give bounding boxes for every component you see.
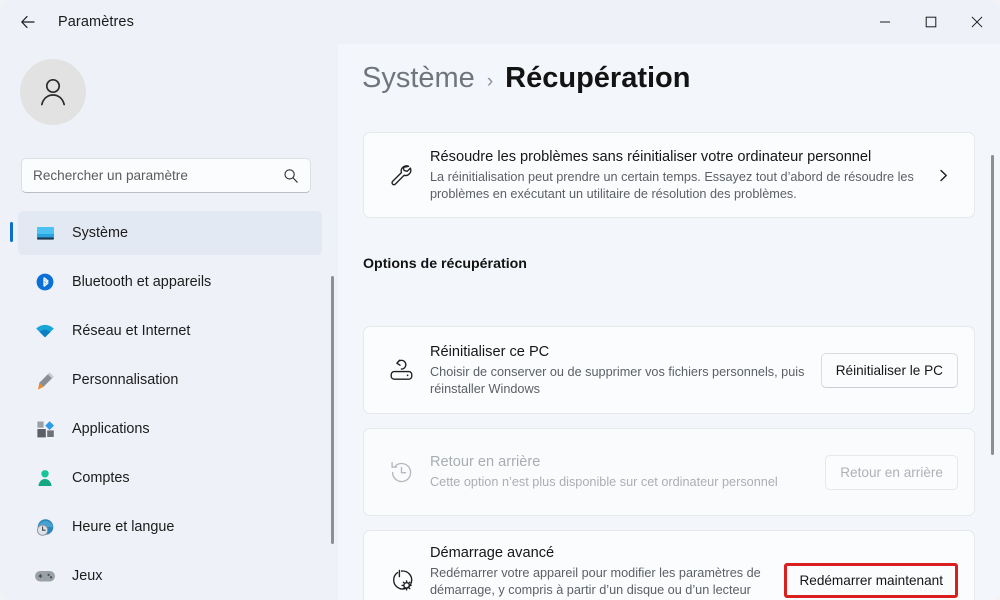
search-icon [284, 168, 298, 183]
person-icon [34, 467, 56, 489]
sidebar-item-label: Jeux [72, 568, 103, 584]
sidebar-item-comptes[interactable]: Comptes [18, 456, 322, 500]
option-text: Démarrage avancé Redémarrer votre apparei… [421, 543, 784, 600]
main-content: Système › Récupération Résoudre les prob… [338, 44, 1000, 600]
option-button-retour-en-arri-re: Retour en arrière [825, 454, 958, 490]
page-title: Récupération [505, 62, 691, 94]
back-button[interactable] [10, 4, 46, 40]
option-description: Choisir de conserver ou de supprimer vos… [430, 364, 805, 397]
sidebar-item-label: Système [72, 225, 128, 241]
sidebar-item-heure-et-langue[interactable]: Heure et langue [18, 505, 322, 549]
minimize-button[interactable] [862, 0, 908, 44]
bluetooth-icon [34, 271, 56, 293]
troubleshoot-description: La réinitialisation peut prendre un cert… [430, 169, 914, 202]
settings-window: Paramètres SystèmeBlu [0, 0, 1000, 600]
search-box[interactable] [21, 158, 311, 193]
title-bar: Paramètres [0, 0, 1000, 44]
option-text: Retour en arrière Cette option n’est plus… [421, 452, 825, 492]
option-title: Démarrage avancé [430, 544, 555, 561]
wrench-icon [381, 162, 421, 188]
back-arrow-icon [21, 16, 35, 28]
avatar[interactable] [20, 59, 86, 125]
search-input[interactable] [33, 168, 283, 183]
window-controls [862, 0, 1000, 44]
troubleshoot-card[interactable]: Résoudre les problèmes sans réinitialise… [363, 132, 975, 218]
sidebar-item-label: Personnalisation [72, 372, 179, 388]
sidebar-item-applications[interactable]: Applications [18, 407, 322, 451]
sidebar-nav: Système Bluetooth et appareils Réseau et I… [0, 211, 338, 600]
clock-globe-icon [34, 516, 56, 538]
person-avatar-icon [40, 78, 66, 106]
option-card-d-marrage-avanc: Démarrage avancé Redémarrer votre apparei… [363, 530, 975, 600]
option-title: Réinitialiser ce PC [430, 343, 550, 360]
option-description: Cette option n’est plus disponible sur c… [430, 475, 778, 490]
close-icon [971, 16, 983, 28]
option-button-d-marrage-avanc[interactable]: Redémarrer maintenant [784, 562, 958, 598]
maximize-icon [925, 16, 937, 28]
option-description: Redémarrer votre appareil pour modifier … [430, 565, 761, 598]
sidebar-item-syst-me[interactable]: Système [10, 211, 322, 255]
sidebar-item-label: Applications [72, 421, 150, 437]
sidebar-item-personnalisation[interactable]: Personnalisation [18, 358, 322, 402]
option-title: Retour en arrière [430, 454, 541, 471]
option-card-retour-en-arri-re: Retour en arrière Cette option n’est plus… [363, 428, 975, 516]
window-title: Paramètres [58, 14, 134, 30]
sidebar-item-jeux[interactable]: Jeux [18, 554, 322, 598]
sidebar-item-label: Comptes [72, 470, 130, 486]
close-button[interactable] [954, 0, 1000, 44]
sidebar-item-label: Bluetooth et appareils [72, 274, 212, 290]
option-text: Réinitialiser ce PC Choisir de conserver … [421, 342, 821, 399]
minimize-icon [880, 21, 890, 23]
maximize-button[interactable] [908, 0, 954, 44]
sidebar-scrollbar[interactable] [331, 276, 334, 544]
monitor-icon [34, 222, 56, 244]
troubleshoot-title: Résoudre les problèmes sans réinitialise… [430, 148, 872, 165]
option-button-r-initialiser-ce-pc[interactable]: Réinitialiser le PC [820, 352, 958, 388]
main-scrollbar[interactable] [991, 155, 994, 455]
breadcrumb-separator: › [486, 71, 494, 92]
section-label: Options de récupération [363, 256, 527, 272]
apps-icon [34, 418, 56, 440]
power-gear-icon [381, 567, 421, 594]
wifi-icon [34, 320, 56, 342]
option-card-r-initialiser-ce-pc: Réinitialiser ce PC Choisir de conserver … [363, 326, 975, 414]
history-back-icon [381, 459, 421, 486]
sidebar-item-label: Heure et langue [72, 519, 175, 535]
chevron-right-icon [928, 168, 958, 183]
sidebar-item-bluetooth-et-appareils[interactable]: Bluetooth et appareils [18, 260, 322, 304]
troubleshoot-text: Résoudre les problèmes sans réinitialise… [421, 147, 928, 204]
gamepad-icon [34, 565, 56, 587]
breadcrumb: Système › Récupération [362, 62, 690, 95]
sidebar-item-label: Réseau et Internet [72, 323, 191, 339]
paintbrush-icon [34, 369, 56, 391]
sidebar: Système Bluetooth et appareils Réseau et I… [0, 44, 338, 600]
sidebar-item-r-seau-et-internet[interactable]: Réseau et Internet [18, 309, 322, 353]
breadcrumb-parent[interactable]: Système [362, 62, 475, 95]
reset-pc-icon [381, 357, 421, 384]
